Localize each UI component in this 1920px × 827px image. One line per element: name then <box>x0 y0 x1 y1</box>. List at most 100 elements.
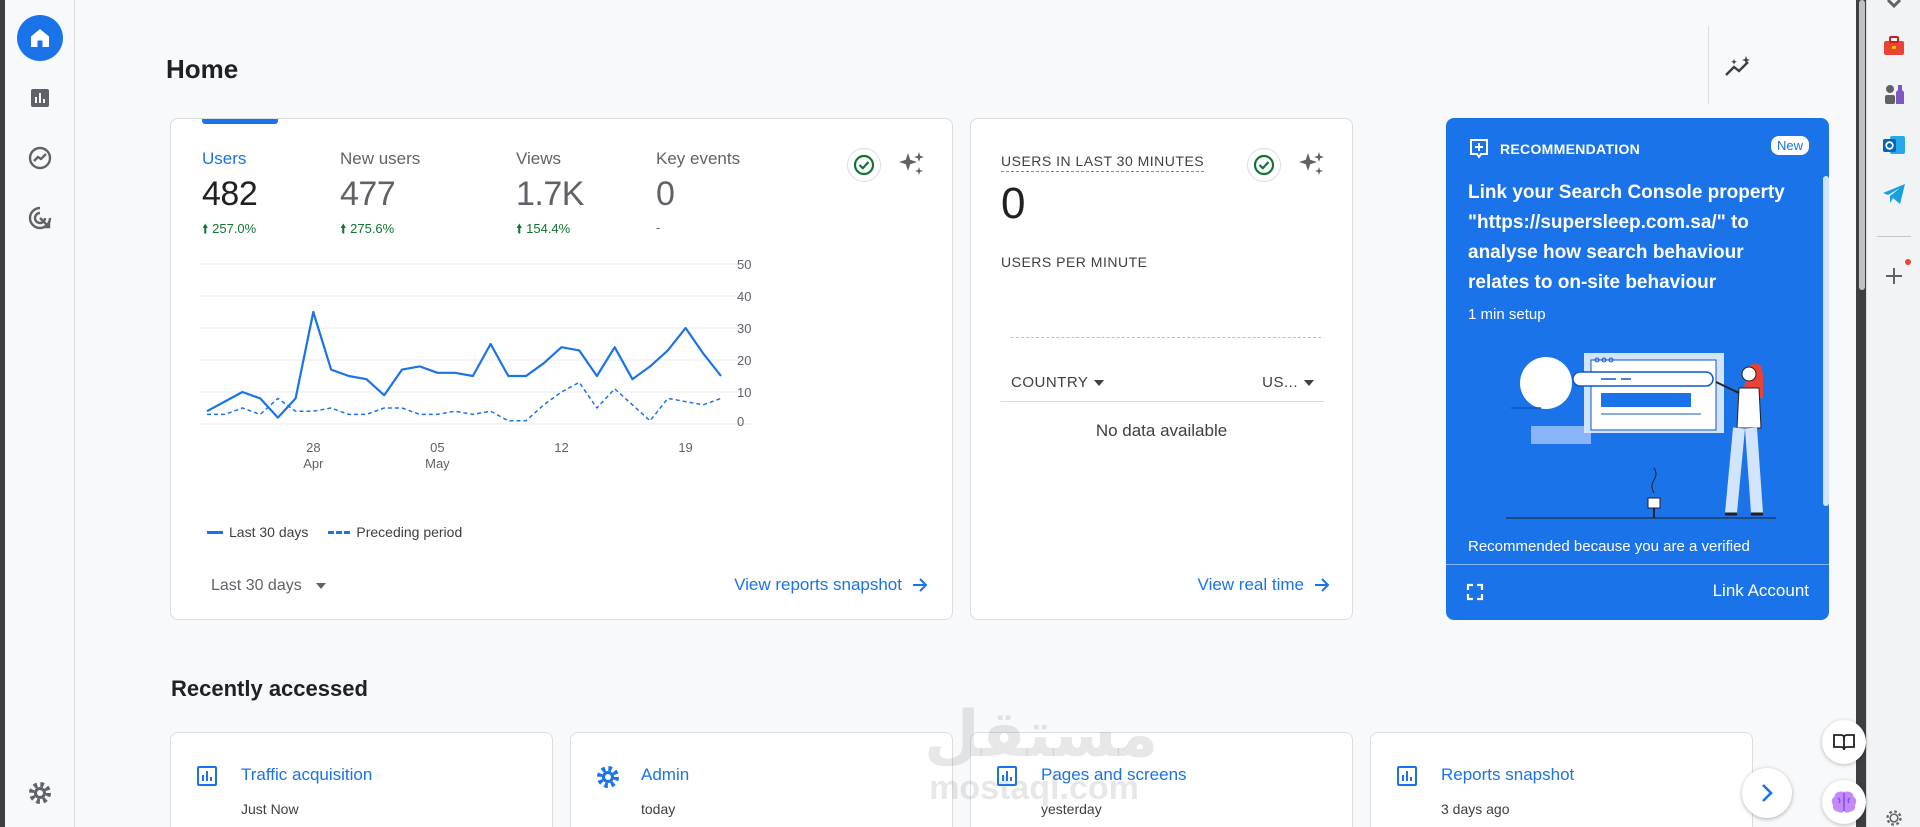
side-panel-settings-button[interactable] <box>1881 805 1907 827</box>
expand-button[interactable] <box>1466 583 1484 606</box>
nav-explore-button[interactable] <box>17 135 63 181</box>
arrow-up-icon: 🠙 <box>516 221 527 236</box>
sparkle-icon <box>1299 152 1324 175</box>
legend-item-previous: Preceding period <box>328 524 462 540</box>
reading-mode-button[interactable] <box>1822 720 1866 764</box>
data-quality-check-button[interactable] <box>847 148 881 182</box>
metrics-overview-card: Users 482 🠙 257.0% New users 477 🠙 275.6… <box>170 118 953 620</box>
arrow-right-icon <box>913 578 928 592</box>
realtime-card: USERS IN LAST 30 MINUTES 0 USERS PER MIN… <box>970 118 1353 620</box>
users-per-minute-chart <box>1011 337 1321 338</box>
y-tick-label: 10 <box>737 385 751 400</box>
send-icon <box>1883 184 1905 204</box>
legend-label: Preceding period <box>356 524 463 540</box>
nav-advertising-button[interactable] <box>17 195 63 241</box>
side-app-toolbox-button[interactable] <box>1881 33 1907 59</box>
recent-item-traffic-acquisition[interactable]: Traffic acquisition Just Now <box>170 732 553 827</box>
side-app-telegram-button[interactable] <box>1881 181 1907 207</box>
users-line-chart: 0 10 20 30 40 50 28Apr 05May 12 19 <box>201 257 751 471</box>
plus-icon <box>1886 268 1902 284</box>
y-tick-label: 0 <box>737 414 744 429</box>
recommendation-label: RECOMMENDATION <box>1500 141 1641 157</box>
page-title: Home <box>166 54 239 84</box>
recently-accessed-title: Recently accessed <box>171 676 368 701</box>
x-tick-label: 12 <box>554 440 568 455</box>
copilot-button[interactable] <box>1822 780 1866 824</box>
users-per-minute-label: USERS PER MINUTE <box>1001 254 1148 270</box>
x-tick-sublabel: May <box>425 456 450 471</box>
sparkle-icon <box>899 152 924 175</box>
recommendation-scrollbar[interactable] <box>1823 176 1829 506</box>
x-tick-label: 05 <box>430 440 444 455</box>
recent-item-pages-and-screens[interactable]: Pages and screens yesterday <box>970 732 1353 827</box>
view-reports-snapshot-link[interactable]: View reports snapshot <box>734 575 928 595</box>
column-label: COUNTRY <box>1011 374 1089 391</box>
new-badge: New <box>1770 136 1809 155</box>
realtime-heading[interactable]: USERS IN LAST 30 MINUTES <box>1001 153 1205 172</box>
insights-button[interactable] <box>1722 50 1756 84</box>
ai-insights-button[interactable] <box>1295 147 1329 181</box>
brain-icon <box>1831 791 1857 813</box>
left-nav-rail <box>5 0 75 827</box>
selected-tab-indicator <box>202 119 278 124</box>
dashed-line-swatch <box>328 530 351 534</box>
realtime-users-value: 0 <box>1001 179 1026 228</box>
gear-icon <box>597 766 619 788</box>
metric-tab-users[interactable]: Users 482 🠙 257.0% <box>202 149 258 242</box>
side-app-games-button[interactable] <box>1881 81 1907 107</box>
recommendation-title: Link your Search Console property "https… <box>1468 182 1785 293</box>
recent-next-button[interactable] <box>1742 768 1792 818</box>
country-column-dropdown[interactable]: COUNTRY <box>1011 374 1105 391</box>
bar-chart-icon <box>1397 766 1417 786</box>
view-real-time-link[interactable]: View real time <box>1198 575 1330 595</box>
recent-item-admin[interactable]: Admin today <box>570 732 953 827</box>
book-icon <box>1833 734 1855 751</box>
nav-home-button[interactable] <box>17 15 63 61</box>
nav-reports-button[interactable] <box>17 75 63 121</box>
recent-item-title: Pages and screens <box>1041 765 1187 784</box>
bar-chart-icon <box>997 766 1017 786</box>
column-label: US... <box>1262 374 1298 391</box>
users-column-dropdown[interactable]: US... <box>1262 374 1314 391</box>
data-quality-check-button[interactable] <box>1247 148 1281 182</box>
bar-chart-icon <box>197 766 217 786</box>
browser-side-panel <box>1822 0 1920 827</box>
outlook-icon <box>1883 136 1905 154</box>
series-line-preceding-period <box>207 381 722 422</box>
recent-item-reports-snapshot[interactable]: Reports snapshot 3 days ago <box>1370 732 1753 827</box>
side-panel-add-button[interactable] <box>1881 263 1907 289</box>
legend-label: Last 30 days <box>229 524 309 540</box>
notification-dot <box>1905 259 1911 265</box>
metric-value: 482 <box>202 175 258 213</box>
ai-insights-button[interactable] <box>895 147 929 181</box>
nav-admin-button[interactable] <box>17 770 63 816</box>
metric-value: 477 <box>340 175 396 213</box>
arrow-up-icon: 🠙 <box>202 221 213 236</box>
metric-tab-new-users[interactable]: New users 477 🠙 275.6% <box>340 149 420 242</box>
chevron-down-icon <box>1886 0 1902 9</box>
y-tick-label: 50 <box>737 257 751 272</box>
x-tick-label: 28 <box>306 440 320 455</box>
link-account-button[interactable]: Link Account <box>1713 581 1809 601</box>
page-scrollbar-thumb[interactable] <box>1859 0 1865 290</box>
main-content: Home Users 482 🠙 257.0% New users 477 🠙 … <box>76 0 1864 827</box>
side-app-outlook-button[interactable] <box>1881 132 1907 158</box>
side-app-top-button[interactable] <box>1881 0 1907 18</box>
metric-change: 🠙 257.0% <box>202 221 257 236</box>
recent-item-title: Traffic acquisition <box>241 765 373 784</box>
date-range-dropdown[interactable]: Last 30 days <box>211 577 326 595</box>
toolbox-icon <box>1884 36 1904 55</box>
metric-tab-key-events[interactable]: Key events 0 - <box>656 149 740 235</box>
insights-icon <box>1725 56 1750 76</box>
header-divider <box>1708 26 1709 104</box>
no-data-message: No data available <box>1095 421 1228 440</box>
date-range-value: Last 30 days <box>211 577 302 594</box>
arrow-right-icon <box>1315 578 1330 592</box>
bar-chart-icon <box>31 89 49 107</box>
y-tick-label: 20 <box>737 353 751 368</box>
gear-icon <box>29 782 51 804</box>
recent-item-time: 3 days ago <box>1441 801 1510 817</box>
caret-down-icon <box>1304 379 1314 386</box>
metric-tab-views[interactable]: Views 1.7K 🠙 154.4% <box>516 149 584 242</box>
metric-label: Key events <box>656 149 741 168</box>
